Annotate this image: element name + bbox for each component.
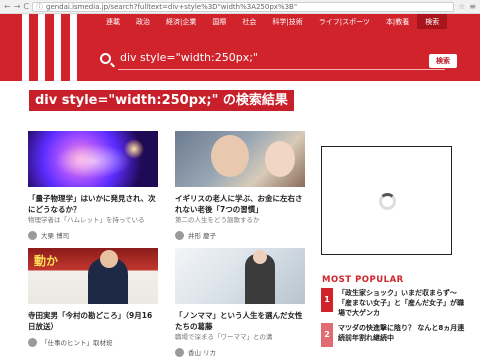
address-bar-url: gendai.ismedia.jp/search?fulltext=div+st…	[46, 2, 298, 11]
article-author[interactable]: 大栗 博司	[28, 230, 158, 240]
popular-item[interactable]: 2 マツダの快進撃に陰り？ なんと8ヵ月連続前年割れ継続中	[321, 323, 466, 347]
back-icon[interactable]: ←	[4, 2, 11, 11]
article-card[interactable]: 「ノンママ」という人生を選んだ女性たちの葛藤 職場で深まる「ワーママ」との溝 香…	[175, 248, 305, 357]
popular-title[interactable]: 「政生家ショック」いまだ収まらず～「産まない女子」と「産んだ女子」が職場で大ゲン…	[333, 288, 466, 318]
article-image[interactable]	[28, 131, 158, 187]
article-card[interactable]: 動か 寺田実男「今村の勘どころ」（9月16日放送） 「仕事のヒント」取材班	[28, 248, 158, 347]
page-info-icon[interactable]: ⓘ	[36, 3, 43, 11]
address-bar[interactable]: ⓘ gendai.ismedia.jp/search?fulltext=div+…	[32, 1, 455, 12]
bookmark-star-icon[interactable]: ☆	[458, 2, 465, 11]
article-subtitle: 職場で深まる「ワーママ」との溝	[175, 333, 273, 341]
nav-item[interactable]: 経済|企業	[158, 14, 204, 29]
forward-icon[interactable]: →	[14, 2, 21, 11]
nav-item[interactable]: 本|教養	[378, 14, 417, 29]
avatar	[28, 337, 37, 347]
ad-slot	[321, 146, 452, 255]
article-title[interactable]: 「量子物理学」はいかに発見され、次にどうなるか？	[28, 193, 158, 215]
article-subtitle: 第二の人生をどう謳歌するか	[175, 216, 260, 224]
article-image[interactable]: 動か	[28, 248, 158, 304]
site-logo[interactable]	[22, 14, 77, 81]
nav-item[interactable]: ライフ|スポーツ	[311, 14, 378, 29]
article-image[interactable]	[175, 248, 305, 304]
search-icon	[100, 53, 111, 64]
article-card[interactable]: 「量子物理学」はいかに発見され、次にどうなるか？ 物理学者は「ハムレット」を持っ…	[28, 131, 158, 240]
nav-item[interactable]: 社会	[234, 14, 264, 29]
popular-item[interactable]: 1 「政生家ショック」いまだ収まらず～「産まない女子」と「産んだ女子」が職場で大…	[321, 288, 466, 318]
popular-rank: 1	[321, 288, 333, 312]
avatar	[175, 230, 184, 240]
browser-menu-icon[interactable]: ≡	[469, 2, 476, 11]
nav-item[interactable]: 政治	[128, 14, 158, 29]
article-title[interactable]: イギリスの老人に学ぶ、お金に左右されない老後「7つの習慣」	[175, 193, 305, 215]
loading-spinner-icon	[379, 193, 396, 210]
reload-icon[interactable]: C	[23, 2, 29, 11]
article-author[interactable]: 井形 慶子	[175, 230, 305, 240]
popular-rank: 2	[321, 323, 333, 347]
nav-item[interactable]: 国際	[204, 14, 234, 29]
author-name: 「仕事のヒント」取材班	[41, 339, 113, 347]
article-author[interactable]: 「仕事のヒント」取材班	[28, 337, 158, 347]
site-header: 連載 政治 経済|企業 国際 社会 科学|技術 ライフ|スポーツ 本|教養 検索 div sty…	[0, 14, 480, 81]
nav-item[interactable]: 連載	[98, 14, 128, 29]
article-image[interactable]	[175, 131, 305, 187]
image-caption: 動か	[34, 254, 59, 268]
results-heading: div style="width:250px;" の検索結果	[29, 90, 294, 111]
avatar	[28, 230, 37, 240]
author-name: 井形 慶子	[188, 232, 217, 240]
global-nav: 連載 政治 経済|企業 国際 社会 科学|技術 ライフ|スポーツ 本|教養 検索	[98, 14, 480, 29]
search-button[interactable]: 検索	[429, 54, 457, 68]
search-bar: div style="width:250px;" 検索	[100, 51, 457, 73]
nav-item[interactable]: 検索	[417, 14, 448, 29]
popular-heading: MOST POPULAR	[322, 275, 404, 285]
article-title[interactable]: 「ノンママ」という人生を選んだ女性たちの葛藤	[175, 310, 305, 332]
article-card[interactable]: イギリスの老人に学ぶ、お金に左右されない老後「7つの習慣」 第二の人生をどう謳歌…	[175, 131, 305, 240]
nav-item[interactable]: 科学|技術	[264, 14, 310, 29]
author-name: 大栗 博司	[41, 232, 70, 240]
popular-title[interactable]: マツダの快進撃に陰り？ なんと8ヵ月連続前年割れ継続中	[333, 323, 466, 347]
search-input[interactable]: div style="width:250px;"	[120, 51, 258, 64]
article-title[interactable]: 寺田実男「今村の勘どころ」（9月16日放送）	[28, 310, 158, 332]
article-subtitle: 物理学者は「ハムレット」を持っている	[28, 216, 145, 224]
search-underline	[118, 69, 445, 70]
browser-toolbar: ← → C ⓘ gendai.ismedia.jp/search?fulltex…	[0, 0, 480, 14]
